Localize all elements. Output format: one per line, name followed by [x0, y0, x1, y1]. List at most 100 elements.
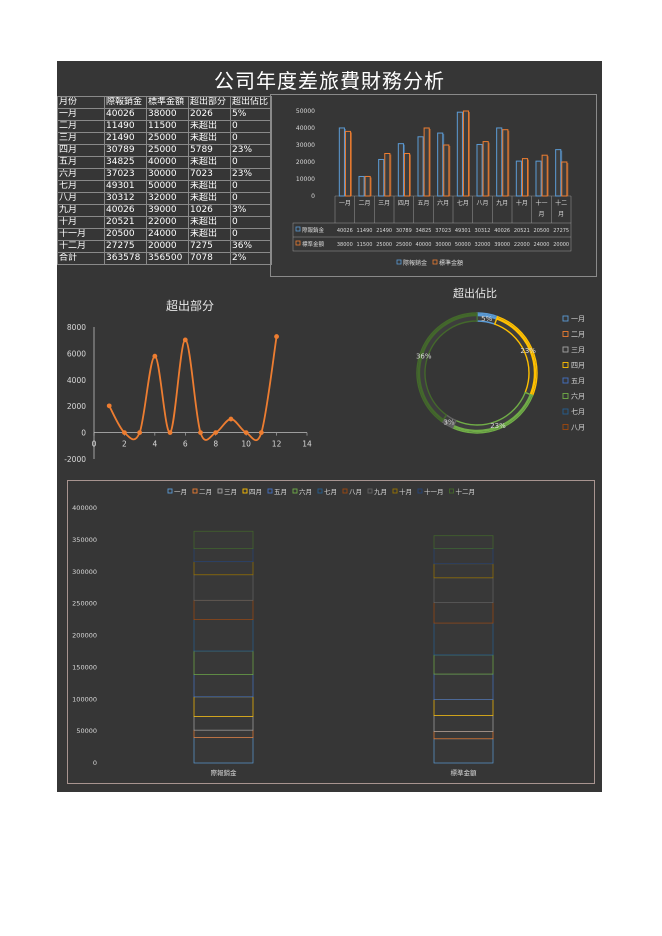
stack-segment	[193, 530, 254, 549]
bar-1	[462, 110, 470, 197]
bar-side-1	[429, 129, 431, 196]
table-cell: 40000	[146, 156, 189, 169]
bar-0	[456, 111, 463, 197]
table-cell: 20500	[104, 228, 147, 241]
y-tick-label: 10000	[296, 176, 315, 183]
bar-side-1	[527, 159, 529, 196]
table-cell: 7275	[188, 240, 231, 253]
legend-label: 七月	[324, 487, 337, 496]
table-cell: 三月	[57, 132, 105, 145]
category-label: 四月	[398, 200, 410, 207]
legend-key	[432, 259, 438, 265]
legend-key	[562, 362, 569, 368]
series-line	[108, 336, 278, 442]
table-header-cell: 超出部分	[188, 96, 231, 109]
bar-0	[378, 158, 385, 197]
data-table-value: 21490	[376, 228, 392, 234]
table-row: 二月 11490 11500 未超出 0	[57, 120, 272, 133]
table-cell: 0	[230, 192, 272, 205]
legend-key	[392, 488, 398, 494]
bar-1	[521, 158, 529, 197]
legend-label: 四月	[571, 362, 585, 370]
table-cell: 21490	[104, 132, 147, 145]
table-row: 十月 20521 22000 未超出 0	[57, 216, 272, 229]
table-cell: 一月	[57, 108, 105, 121]
table-header-cell: 際報銷金	[104, 96, 147, 109]
data-table-value: 22000	[514, 242, 530, 248]
y-tick-label: 6000	[67, 349, 86, 358]
data-point	[182, 337, 188, 343]
table-cell: 7078	[188, 252, 231, 265]
table-cell: 24000	[146, 228, 189, 241]
stack-segment	[193, 729, 254, 738]
table-row: 十二月 27275 20000 7275 36%	[57, 240, 272, 253]
table-cell: 363578	[104, 252, 147, 265]
stack-segment	[433, 563, 494, 579]
table-cell: 合計	[57, 252, 105, 265]
doughnut-chart-box: 超出佔比 5% 23% 23% 3% 36% 一月 二月 三月 四月 五月 六月 七月 八月	[387, 279, 602, 445]
legend-key	[217, 488, 223, 494]
table-cell: 356500	[146, 252, 189, 265]
table-cell: 40026	[104, 204, 147, 217]
data-point	[274, 334, 279, 339]
legend-label: 三月	[224, 488, 237, 496]
data-table-value: 38000	[337, 242, 353, 248]
bar-side-1	[350, 132, 352, 196]
legend-label: 八月	[349, 488, 362, 496]
legend-key	[562, 377, 569, 384]
legend-label: 一月	[571, 315, 585, 323]
bar-1	[482, 141, 489, 197]
table-cell: 七月	[57, 180, 105, 193]
y-tick-label: 400000	[72, 504, 97, 512]
stacked-chart-box: 0 50000 100000 150000 200000 250000 300000 3500…	[67, 480, 595, 784]
legend-label: 九月	[374, 487, 387, 496]
bar-1	[384, 153, 391, 197]
line-chart: 超出部分 -2000 0 2000 4000 6000 8000 0 2 4 6 8 10 12 14	[64, 298, 312, 464]
stack-segment	[193, 737, 254, 764]
data-table-value: 49301	[455, 228, 471, 234]
table-cell: 11500	[146, 120, 189, 133]
legend-key	[562, 393, 569, 399]
sheet-area: 公司年度差旅費財務分析 月份 際報銷金 標準金額 超出部分 超出佔比 一月 40026 380…	[57, 61, 602, 792]
legend-key	[295, 226, 301, 232]
slice-data-label: 5%	[481, 315, 492, 323]
bar-0	[397, 143, 404, 197]
stack-segment	[193, 574, 254, 601]
bar-0	[555, 149, 562, 197]
legend-label: 八月	[571, 424, 585, 432]
category-label: 八月	[476, 200, 488, 207]
bar-side-1	[566, 163, 569, 196]
data-table-value: 30789	[396, 228, 412, 234]
data-table-value: 25000	[396, 242, 412, 248]
category-label: 十二	[555, 199, 567, 207]
doughnut-slice-rim	[417, 313, 478, 421]
data-table-value: 40026	[494, 228, 510, 234]
y-tick-label: 50000	[296, 108, 315, 115]
table-cell: 3%	[230, 204, 272, 217]
stack-segment	[193, 548, 254, 563]
table-cell: 0	[230, 228, 272, 241]
legend-label: 一月	[174, 488, 187, 496]
data-table-value: 30000	[435, 242, 451, 248]
table-cell: 未超出	[188, 180, 231, 193]
bar-side-1	[507, 130, 510, 196]
table-cell: 未超出	[188, 132, 231, 145]
data-table-value: 50000	[455, 242, 471, 248]
category-label: 際報銷金	[211, 768, 238, 777]
bar-1	[403, 153, 411, 197]
data-table-value: 25000	[376, 242, 392, 248]
table-cell: 十月	[57, 216, 105, 229]
legend-key	[295, 240, 301, 246]
category-label: 五月	[417, 200, 429, 207]
table-row: 四月 30789 25000 5789 23%	[57, 144, 272, 157]
data-table-value: 24000	[534, 242, 550, 248]
category-label: 月	[538, 211, 544, 218]
table-cell: 未超出	[188, 192, 231, 205]
table-cell: 50000	[146, 180, 189, 193]
table-cell: 5789	[188, 144, 231, 157]
data-table-series-name: 標準金額	[302, 240, 325, 248]
stack-segment	[433, 535, 494, 549]
data-point	[122, 430, 127, 435]
category-label: 月	[558, 211, 564, 218]
bar-side-1	[468, 112, 470, 196]
